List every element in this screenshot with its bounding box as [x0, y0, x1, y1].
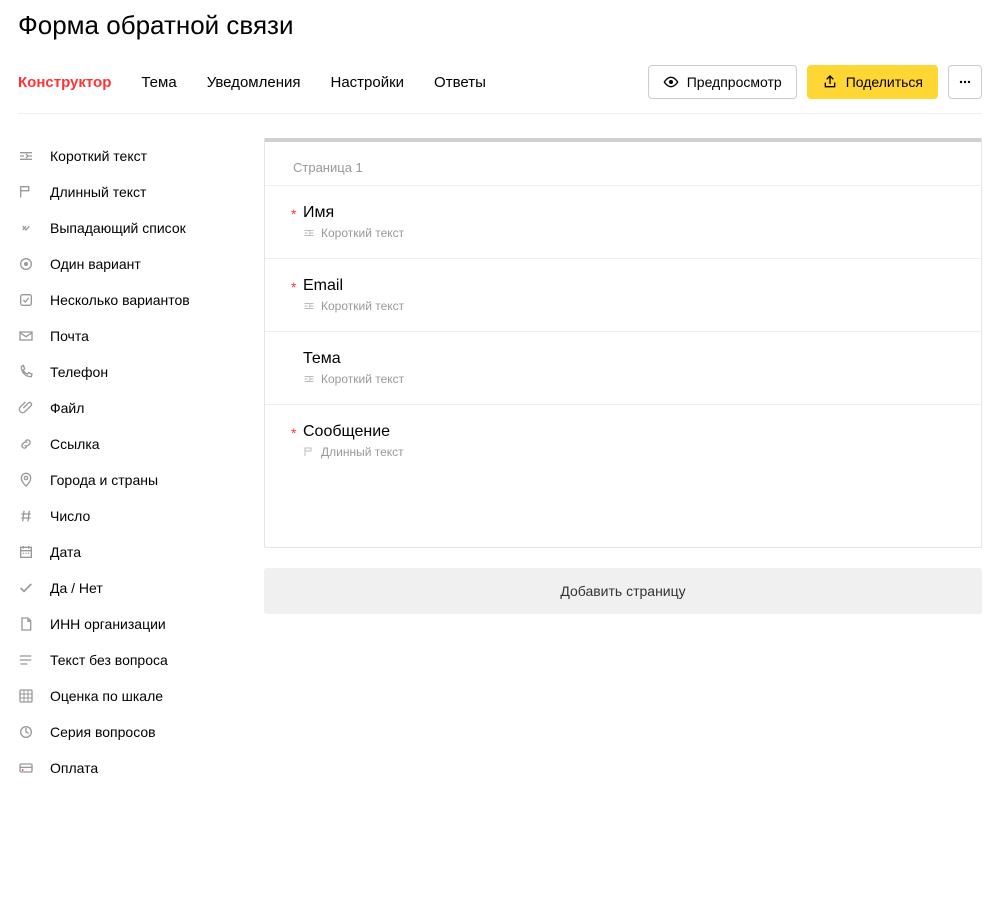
- sidebar-item-freetext[interactable]: Текст без вопроса: [18, 642, 240, 678]
- question-type-label: Длинный текст: [321, 445, 404, 459]
- sidebar-item-hash[interactable]: Число: [18, 498, 240, 534]
- sidebar-item-phone[interactable]: Телефон: [18, 354, 240, 390]
- tab-settings[interactable]: Настройки: [330, 74, 404, 91]
- tab-constructor[interactable]: Конструктор: [18, 74, 111, 91]
- sidebar-item-scale[interactable]: Оценка по шкале: [18, 678, 240, 714]
- inn-icon: [18, 616, 34, 632]
- preview-label: Предпросмотр: [687, 74, 782, 90]
- short-text-icon: [303, 227, 315, 239]
- question-type: Длинный текст: [303, 445, 953, 459]
- sidebar-item-short-text[interactable]: Короткий текст: [18, 138, 240, 174]
- sidebar-item-payment[interactable]: Оплата: [18, 750, 240, 786]
- question-type-label: Короткий текст: [321, 299, 404, 313]
- freetext-icon: [18, 652, 34, 668]
- sidebar-item-radio[interactable]: Один вариант: [18, 246, 240, 282]
- sidebar-item-yesno[interactable]: Да / Нет: [18, 570, 240, 606]
- main: Страница 1 Имя Короткий текст Email Коротки…: [264, 138, 982, 786]
- eye-icon: [663, 74, 679, 90]
- more-icon: [957, 74, 973, 90]
- preview-button[interactable]: Предпросмотр: [648, 65, 797, 99]
- sidebar-item-series[interactable]: Серия вопросов: [18, 714, 240, 750]
- yesno-icon: [18, 580, 34, 596]
- tab-theme[interactable]: Тема: [141, 74, 176, 91]
- sidebar-item-label: Файл: [50, 400, 84, 416]
- sidebar-item-label: Города и страны: [50, 472, 158, 488]
- hash-icon: [18, 508, 34, 524]
- long-text-icon: [18, 184, 34, 200]
- sidebar-item-location[interactable]: Города и страны: [18, 462, 240, 498]
- question-type: Короткий текст: [303, 372, 953, 386]
- page-label: Страница 1: [265, 142, 981, 185]
- phone-icon: [18, 364, 34, 380]
- sidebar-item-label: Да / Нет: [50, 580, 103, 596]
- question-title: Имя: [303, 204, 953, 222]
- share-label: Поделиться: [846, 74, 923, 90]
- sidebar-item-label: Короткий текст: [50, 148, 147, 164]
- short-text-icon: [303, 373, 315, 385]
- sidebar-item-label: Серия вопросов: [50, 724, 156, 740]
- date-icon: [18, 544, 34, 560]
- file-icon: [18, 400, 34, 416]
- series-icon: [18, 724, 34, 740]
- blank-space: [265, 477, 981, 547]
- sidebar-item-label: Выпадающий список: [50, 220, 186, 236]
- form-card: Страница 1 Имя Короткий текст Email Коротки…: [264, 138, 982, 548]
- question-title: Тема: [303, 350, 953, 368]
- share-button[interactable]: Поделиться: [807, 65, 938, 99]
- page-title: Форма обратной связи: [18, 10, 982, 41]
- question-type-label: Короткий текст: [321, 226, 404, 240]
- more-button[interactable]: [948, 65, 982, 99]
- long-text-icon: [303, 446, 315, 458]
- sidebar-item-label: Один вариант: [50, 256, 141, 272]
- link-icon: [18, 436, 34, 452]
- question-3[interactable]: Сообщение Длинный текст: [265, 404, 981, 477]
- sidebar-item-long-text[interactable]: Длинный текст: [18, 174, 240, 210]
- sidebar: Короткий текст Длинный текст Выпадающий сп…: [18, 138, 240, 786]
- scale-icon: [18, 688, 34, 704]
- question-title: Сообщение: [303, 423, 953, 441]
- tabs: Конструктор Тема Уведомления Настройки О…: [18, 74, 486, 91]
- question-2[interactable]: Тема Короткий текст: [265, 331, 981, 404]
- question-type-label: Короткий текст: [321, 372, 404, 386]
- question-type: Короткий текст: [303, 299, 953, 313]
- add-page-button[interactable]: Добавить страницу: [264, 568, 982, 614]
- sidebar-item-label: Телефон: [50, 364, 108, 380]
- sidebar-item-label: Почта: [50, 328, 89, 344]
- location-icon: [18, 472, 34, 488]
- sidebar-item-label: Длинный текст: [50, 184, 146, 200]
- share-icon: [822, 74, 838, 90]
- sidebar-item-label: Оплата: [50, 760, 98, 776]
- sidebar-item-checkbox[interactable]: Несколько вариантов: [18, 282, 240, 318]
- sidebar-item-inn[interactable]: ИНН организации: [18, 606, 240, 642]
- mail-icon: [18, 328, 34, 344]
- sidebar-item-mail[interactable]: Почта: [18, 318, 240, 354]
- tab-answers[interactable]: Ответы: [434, 74, 486, 91]
- topbar: Конструктор Тема Уведомления Настройки О…: [18, 65, 982, 114]
- question-type: Короткий текст: [303, 226, 953, 240]
- radio-icon: [18, 256, 34, 272]
- tab-notifications[interactable]: Уведомления: [207, 74, 301, 91]
- sidebar-item-label: ИНН организации: [50, 616, 166, 632]
- sidebar-item-label: Несколько вариантов: [50, 292, 190, 308]
- sidebar-item-file[interactable]: Файл: [18, 390, 240, 426]
- dropdown-icon: [18, 220, 34, 236]
- short-text-icon: [303, 300, 315, 312]
- short-text-icon: [18, 148, 34, 164]
- question-title: Email: [303, 277, 953, 295]
- sidebar-item-date[interactable]: Дата: [18, 534, 240, 570]
- actions: Предпросмотр Поделиться: [648, 65, 982, 99]
- sidebar-item-label: Оценка по шкале: [50, 688, 163, 704]
- sidebar-item-label: Ссылка: [50, 436, 100, 452]
- sidebar-item-link[interactable]: Ссылка: [18, 426, 240, 462]
- checkbox-icon: [18, 292, 34, 308]
- payment-icon: [18, 760, 34, 776]
- sidebar-item-label: Дата: [50, 544, 81, 560]
- question-1[interactable]: Email Короткий текст: [265, 258, 981, 331]
- sidebar-item-label: Текст без вопроса: [50, 652, 168, 668]
- sidebar-item-dropdown[interactable]: Выпадающий список: [18, 210, 240, 246]
- sidebar-item-label: Число: [50, 508, 90, 524]
- question-0[interactable]: Имя Короткий текст: [265, 185, 981, 258]
